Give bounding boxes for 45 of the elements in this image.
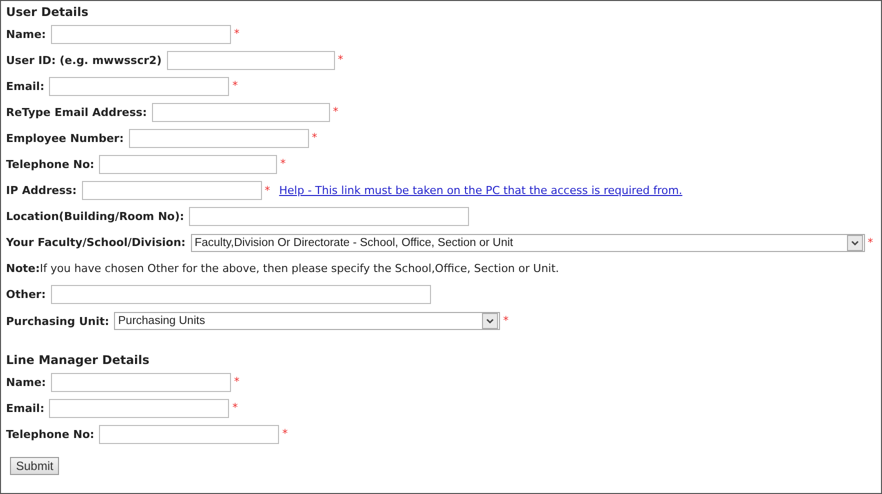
required-mark: * [264, 184, 270, 197]
field-label: Your Faculty/School/Division: [6, 236, 186, 250]
field-label: Name: [6, 376, 46, 389]
required-mark: * [312, 131, 318, 144]
input-field[interactable] [99, 155, 278, 174]
field-label: Other: [6, 288, 46, 302]
section-title: User Details [6, 4, 90, 21]
field-label: User ID: (e.g. mwwsscr2) [6, 54, 162, 67]
field-label: ReType Email Address: [6, 106, 147, 119]
dropdown[interactable]: Purchasing Units [114, 312, 500, 330]
input-field[interactable] [82, 181, 262, 200]
required-mark: * [503, 314, 509, 328]
help-link[interactable]: Help - This link must be taken on the PC that the access is required from. [279, 184, 682, 198]
input-field[interactable] [128, 128, 309, 148]
required-mark: * [280, 157, 286, 170]
dropdown[interactable]: Faculty,Division Or Directorate - School, Office, Section or Unit [190, 234, 865, 252]
field-label: Employee Number: [6, 132, 124, 145]
required-mark: * [234, 27, 240, 40]
field-label: Purchasing Unit: [6, 314, 110, 328]
field-label: IP Address: [6, 184, 77, 198]
section-title: Line Manager Details [6, 352, 150, 370]
field-label: Name: [6, 28, 46, 41]
required-mark: * [282, 427, 288, 440]
input-field[interactable] [152, 102, 330, 122]
input-field[interactable] [49, 76, 230, 96]
field-label: Telephone No: [6, 158, 94, 172]
required-mark: * [868, 236, 874, 249]
required-mark: * [232, 401, 238, 414]
input-field[interactable] [49, 398, 230, 418]
field-label: Telephone No: [6, 428, 94, 441]
field-label: Location(Building/Room No): [6, 210, 184, 224]
input-field[interactable] [166, 50, 335, 70]
required-mark: * [332, 105, 338, 118]
required-mark: * [234, 375, 240, 388]
input-field[interactable] [50, 372, 231, 392]
input-field[interactable] [50, 285, 431, 304]
input-field[interactable] [50, 24, 231, 44]
input-field[interactable] [189, 207, 470, 226]
field-label: Email: [6, 402, 44, 415]
required-mark: * [338, 53, 344, 66]
required-mark: * [232, 79, 238, 92]
field-label: Email: [6, 80, 44, 93]
note-text: Note:If you have chosen Other for the above, then please specify the School,Office, Section or Unit. [6, 262, 560, 276]
input-field[interactable] [99, 424, 280, 444]
submit-button[interactable]: Submit [10, 457, 60, 476]
